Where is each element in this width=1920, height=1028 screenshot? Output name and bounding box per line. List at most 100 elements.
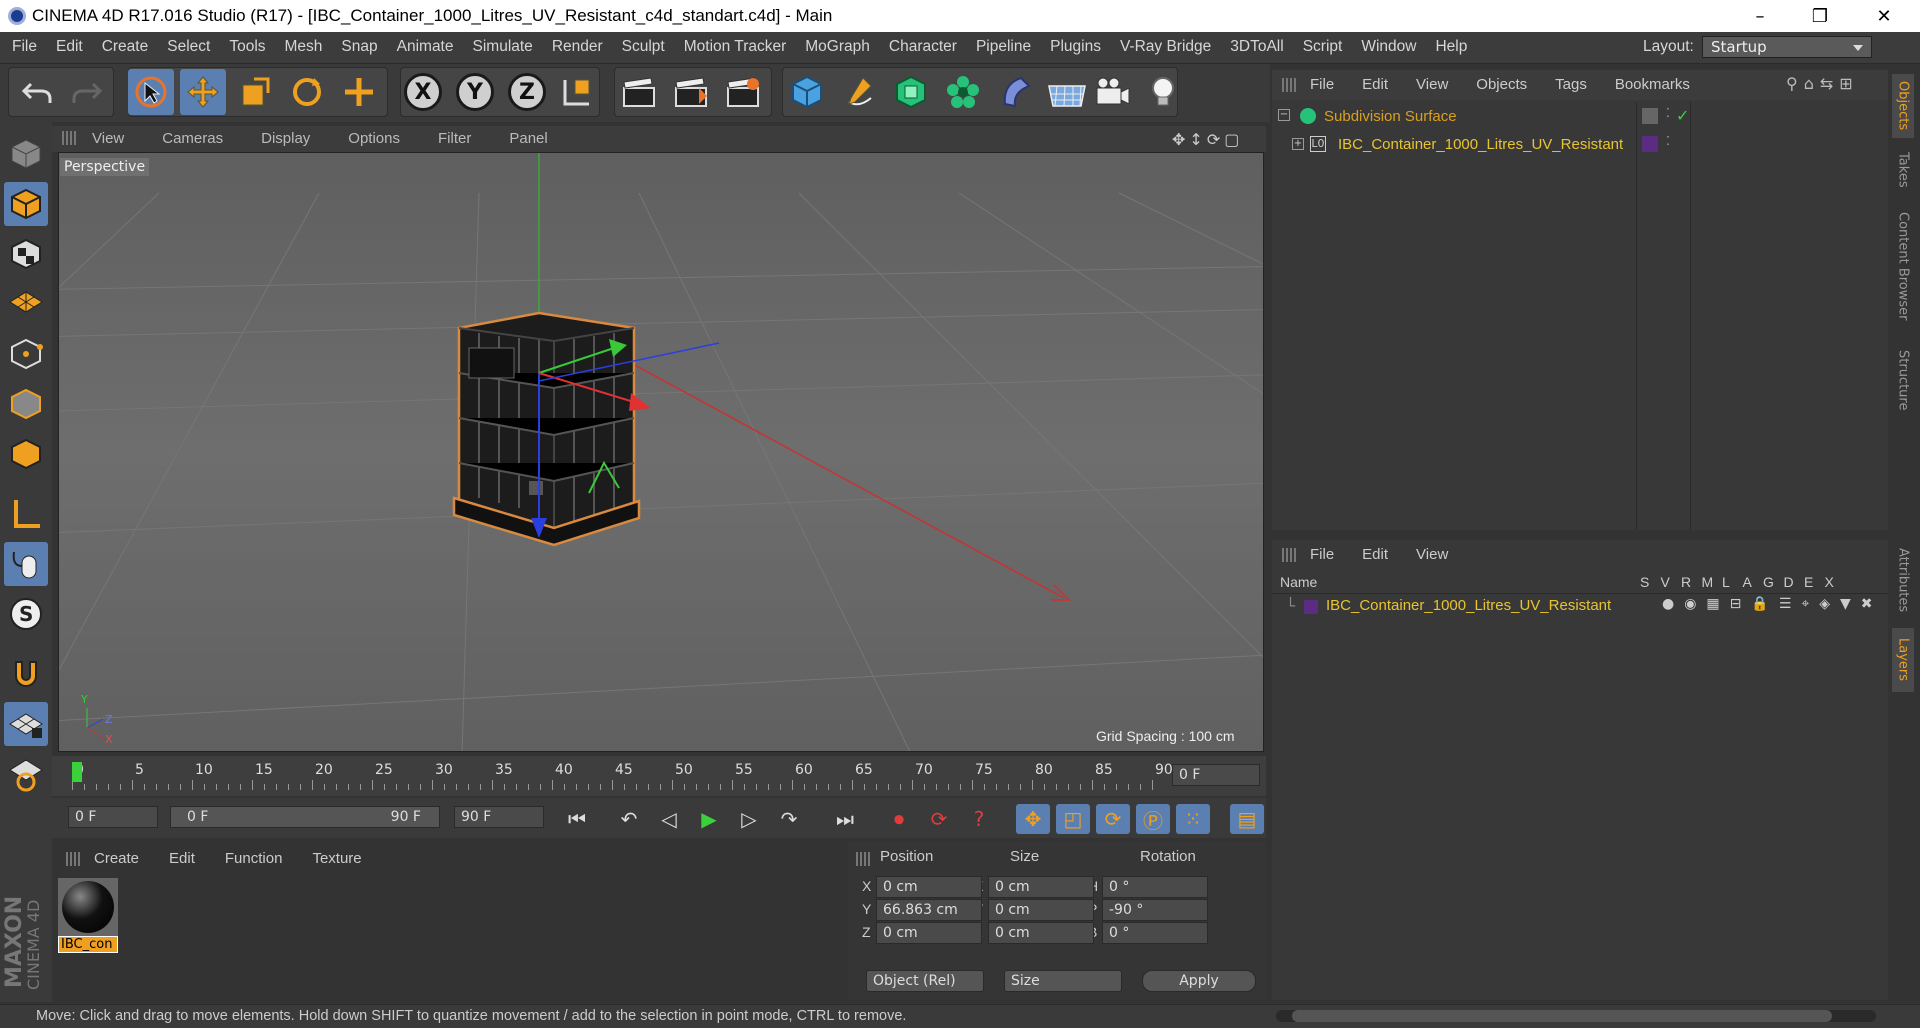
viewport-3d[interactable]: Y Z X — [58, 152, 1264, 752]
recent-tool-button[interactable] — [336, 69, 382, 115]
cube-primitive-button[interactable] — [784, 69, 830, 115]
collapse-icon[interactable]: − — [1278, 109, 1290, 121]
menu-script[interactable]: Script — [1303, 38, 1343, 56]
render-settings-button[interactable] — [720, 69, 766, 115]
scale-tool-button[interactable] — [232, 69, 278, 115]
solo-mode-button[interactable]: S — [4, 592, 48, 636]
deformer-bend-button[interactable] — [992, 69, 1038, 115]
apply-button[interactable]: Apply — [1142, 970, 1256, 992]
expand-icon[interactable]: + — [1292, 138, 1304, 150]
material-menu-create[interactable]: Create — [94, 850, 139, 867]
key-rotation-button[interactable]: ⟳ — [1096, 804, 1130, 834]
viewport-menu-cameras[interactable]: Cameras — [162, 130, 223, 147]
prev-frame-button[interactable]: ◁ — [652, 804, 686, 834]
object-menu-file[interactable]: File — [1310, 76, 1334, 93]
key-position-button[interactable]: ✥ — [1016, 804, 1050, 834]
layout-select[interactable]: Startup — [1702, 36, 1872, 58]
material-menu-edit[interactable]: Edit — [169, 850, 195, 867]
layer-col-x[interactable]: X — [1825, 574, 1834, 590]
menu-help[interactable]: Help — [1435, 38, 1467, 56]
object-menu-view[interactable]: View — [1416, 76, 1448, 93]
menu-select[interactable]: Select — [167, 38, 210, 56]
timeline[interactable]: 051015202530354045505560657075808590 0 F — [52, 756, 1266, 796]
render-picture-viewer-button[interactable] — [668, 69, 714, 115]
end-frame-field[interactable]: 90 F — [454, 806, 544, 828]
menu-mograph[interactable]: MoGraph — [805, 38, 870, 56]
layer-col-g[interactable]: G — [1763, 574, 1774, 590]
coordinate-system-button[interactable] — [554, 69, 600, 115]
polygons-mode-button[interactable] — [4, 432, 48, 476]
menu-file[interactable]: File — [12, 38, 37, 56]
menu-render[interactable]: Render — [552, 38, 603, 56]
menu-create[interactable]: Create — [102, 38, 149, 56]
workplane-mode-button[interactable] — [4, 280, 48, 324]
prev-key-button[interactable]: ↶ — [612, 804, 646, 834]
layer-col-e[interactable]: E — [1804, 574, 1813, 590]
side-tab-structure[interactable]: Structure — [1892, 340, 1914, 420]
layer-toggle-icons[interactable]: ●◉▦⊟🔒☰⌖◈▼✖ — [1662, 596, 1883, 612]
side-tab-objects[interactable]: Objects — [1892, 74, 1914, 138]
material-swatch[interactable]: IBC_con — [58, 878, 122, 960]
timeline-button[interactable]: ▤ — [1230, 804, 1264, 834]
move-tool-button[interactable] — [180, 69, 226, 115]
next-key-button[interactable]: ↷ — [772, 804, 806, 834]
object-menu-bookmarks[interactable]: Bookmarks — [1615, 76, 1690, 93]
record-button[interactable]: ⏺ — [882, 804, 916, 834]
undo-button[interactable] — [14, 69, 60, 115]
menu-animate[interactable]: Animate — [397, 38, 454, 56]
mograph-cloner-button[interactable] — [940, 69, 986, 115]
texture-mode-button[interactable] — [4, 232, 48, 276]
visibility-dots-icon[interactable]: ⁚ — [1666, 106, 1670, 120]
light-object-button[interactable] — [1140, 69, 1186, 115]
make-editable-button[interactable] — [4, 132, 48, 176]
viewport-menu-view[interactable]: View — [92, 130, 124, 147]
snap-enable-button[interactable] — [4, 652, 48, 696]
material-menu-function[interactable]: Function — [225, 850, 283, 867]
tree-row-ibc-container[interactable]: + L0 IBC_Container_1000_Litres_UV_Resist… — [1290, 134, 1636, 158]
workplane-lock-button[interactable] — [4, 702, 48, 746]
coord-field-rv[interactable]: 0 ° — [1102, 922, 1208, 944]
live-selection-button[interactable] — [128, 69, 174, 115]
rotate-tool-button[interactable] — [284, 69, 330, 115]
scrollbar-thumb[interactable] — [1292, 1010, 1832, 1022]
coord-field-sv[interactable]: 0 cm — [988, 899, 1094, 921]
layer-row[interactable]: └ IBC_Container_1000_Litres_UV_Resistant… — [1280, 596, 1880, 618]
layer-menu-file[interactable]: File — [1310, 546, 1334, 563]
menu-motion-tracker[interactable]: Motion Tracker — [684, 38, 787, 56]
goto-start-button[interactable]: ⏮ — [560, 804, 594, 834]
y-axis-lock-button[interactable]: Y — [452, 69, 498, 115]
coord-field-pv[interactable]: 66.863 cm — [876, 899, 982, 921]
x-axis-lock-button[interactable]: X — [400, 69, 446, 115]
object-menu-tags[interactable]: Tags — [1555, 76, 1587, 93]
tweak-mode-button[interactable] — [4, 542, 48, 586]
menu-simulate[interactable]: Simulate — [473, 38, 533, 56]
side-tab-content-browser[interactable]: Content Browser — [1892, 204, 1914, 328]
z-axis-lock-button[interactable]: Z — [504, 69, 550, 115]
autokey-button[interactable]: ⟳ — [922, 804, 956, 834]
preview-range-slider[interactable]: 0 F 90 F — [170, 806, 440, 828]
redo-button[interactable] — [64, 69, 110, 115]
side-tab-layers[interactable]: Layers — [1892, 628, 1914, 692]
coord-field-rv[interactable]: -90 ° — [1102, 899, 1208, 921]
locked-workplane-button[interactable] — [4, 752, 48, 796]
minimize-button[interactable]: – — [1732, 0, 1788, 32]
goto-end-button[interactable]: ⏭ — [828, 804, 862, 834]
layer-col-m[interactable]: M — [1702, 574, 1714, 590]
menu-v-ray-bridge[interactable]: V-Ray Bridge — [1120, 38, 1211, 56]
axis-mode-button[interactable] — [4, 492, 48, 536]
object-menu-edit[interactable]: Edit — [1362, 76, 1388, 93]
menu-tools[interactable]: Tools — [229, 38, 265, 56]
current-frame-field[interactable]: 0 F — [1172, 764, 1260, 786]
next-frame-button[interactable]: ▷ — [732, 804, 766, 834]
menu-plugins[interactable]: Plugins — [1050, 38, 1101, 56]
coord-field-sv[interactable]: 0 cm — [988, 876, 1094, 898]
restore-button[interactable]: ❐ — [1792, 0, 1848, 32]
menu-character[interactable]: Character — [889, 38, 957, 56]
play-button[interactable]: ▶ — [692, 804, 726, 834]
viewport-nav-icons[interactable]: ✥↕⟳▢ — [1172, 130, 1243, 149]
menu-window[interactable]: Window — [1361, 38, 1416, 56]
layer-swatch-icon[interactable] — [1642, 108, 1658, 124]
close-button[interactable]: ✕ — [1856, 0, 1912, 32]
keyframe-selection-button[interactable]: ? — [962, 804, 996, 834]
points-mode-button[interactable] — [4, 332, 48, 376]
